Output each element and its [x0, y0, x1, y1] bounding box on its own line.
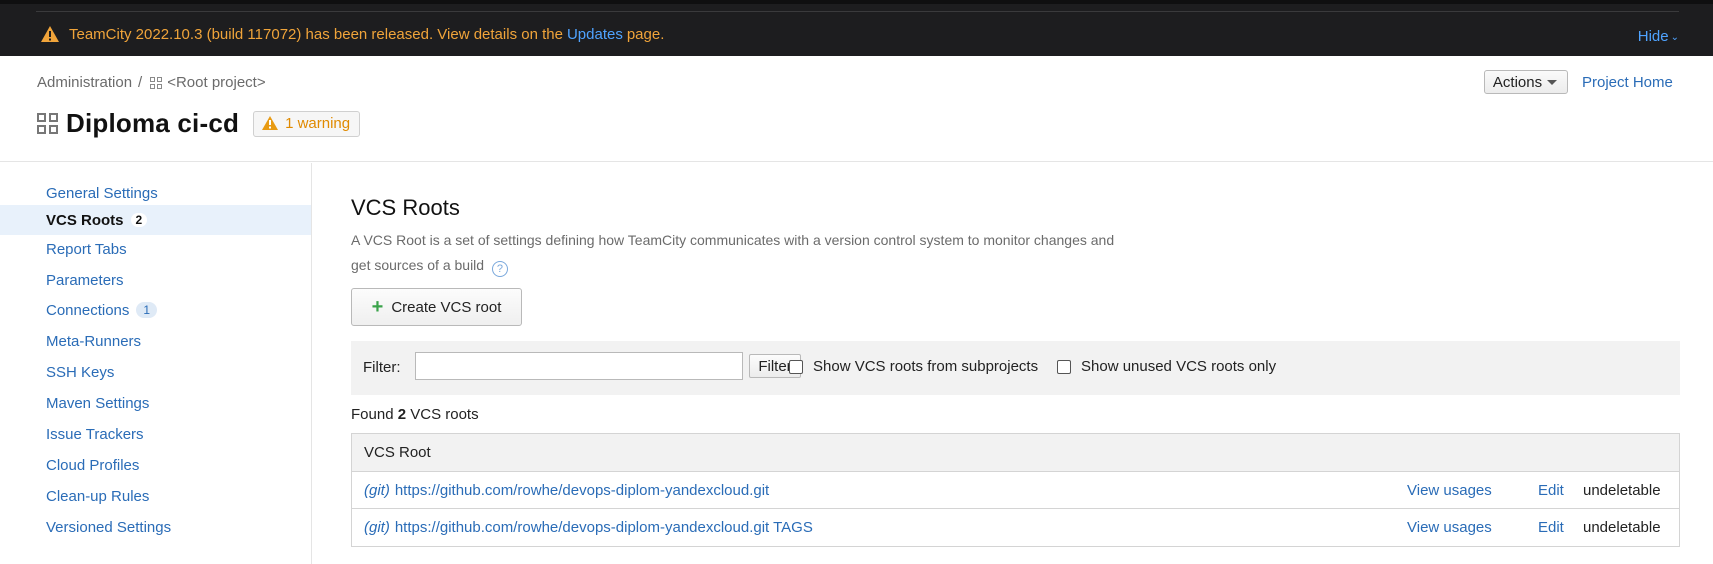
checkbox-unchecked[interactable]: [1057, 359, 1071, 374]
project-icon: [150, 76, 163, 89]
actions-label: Actions: [1492, 73, 1543, 91]
help-icon[interactable]: ?: [491, 261, 508, 277]
sidebar-item-label: Clean-up Rules: [46, 487, 150, 505]
section-description: A VCS Root is a set of settings defining…: [351, 228, 1161, 278]
breadcrumb: Administration / <Root project>: [37, 74, 266, 91]
warning-icon: [262, 116, 279, 130]
sidebar-item-connections[interactable]: Connections 1: [0, 295, 311, 325]
sidebar-item-parameters[interactable]: Parameters: [0, 265, 311, 295]
banner-text-end: page.: [626, 25, 665, 43]
sidebar-item-count: 1: [136, 302, 158, 318]
sidebar-item-label: Connections: [46, 301, 130, 319]
sidebar-item-cloud-profiles[interactable]: Cloud Profiles: [0, 450, 311, 480]
warning-icon: [41, 26, 59, 42]
found-prefix: Found: [351, 406, 394, 423]
status-text: undeletable: [1583, 519, 1661, 536]
table-row: (git) https://github.com/rowhe/devops-di…: [352, 472, 1679, 509]
title-row: Diploma ci-cd 1 warning: [37, 108, 361, 139]
sidebar-item-label: Report Tabs: [46, 240, 127, 258]
sidebar-item-label: Issue Trackers: [46, 425, 144, 443]
table-header: VCS Root: [352, 434, 1679, 472]
found-count: 2: [397, 406, 407, 423]
show-subprojects-checkbox[interactable]: Show VCS roots from subprojects: [789, 358, 1038, 375]
hide-banner-button[interactable]: Hide ⌄: [1638, 28, 1679, 45]
breadcrumb-separator: /: [138, 74, 143, 91]
found-suffix: VCS roots: [410, 406, 479, 423]
sidebar-item-label: Maven Settings: [46, 394, 150, 412]
sidebar-item-label: Versioned Settings: [46, 518, 172, 536]
banner-message: TeamCity 2022.10.3 (build 117072) has be…: [40, 25, 664, 43]
update-banner: TeamCity 2022.10.3 (build 117072) has be…: [0, 0, 1713, 56]
create-vcs-root-button[interactable]: + Create VCS root: [351, 288, 522, 326]
checkbox-unchecked[interactable]: [789, 359, 803, 374]
results-count: Found 2 VCS roots: [351, 406, 479, 423]
vcs-type: (git): [364, 481, 390, 499]
breadcrumb-root-project[interactable]: <Root project>: [167, 74, 265, 91]
create-vcs-root-label: Create VCS root: [391, 298, 502, 316]
sidebar-item-maven-settings[interactable]: Maven Settings: [0, 388, 311, 418]
sidebar-item-label: SSH Keys: [46, 363, 115, 381]
show-unused-checkbox[interactable]: Show unused VCS roots only: [1057, 358, 1276, 375]
warning-badge[interactable]: 1 warning: [253, 110, 361, 137]
edit-link[interactable]: Edit: [1538, 482, 1564, 499]
section-title: VCS Roots: [351, 195, 460, 220]
sidebar-item-general-settings[interactable]: General Settings: [0, 178, 311, 208]
vcs-roots-table: VCS Root (git) https://github.com/rowhe/…: [351, 433, 1680, 547]
sidebar-item-issue-trackers[interactable]: Issue Trackers: [0, 419, 311, 449]
vcs-root-link[interactable]: https://github.com/rowhe/devops-diplom-y…: [395, 519, 813, 536]
caret-down-icon: [1547, 79, 1558, 85]
table-row: (git) https://github.com/rowhe/devops-di…: [352, 509, 1679, 546]
filter-bar: Filter: Filter Show VCS roots from subpr…: [351, 341, 1680, 395]
checkbox-label: Show VCS roots from subprojects: [813, 358, 1039, 375]
sidebar-item-meta-runners[interactable]: Meta-Runners: [0, 326, 311, 356]
actions-dropdown[interactable]: Actions: [1484, 70, 1568, 94]
filter-input[interactable]: [415, 352, 743, 380]
banner-text: TeamCity 2022.10.3 (build 117072) has be…: [69, 25, 563, 43]
warning-badge-label: 1 warning: [285, 114, 351, 132]
plus-icon: +: [371, 296, 384, 318]
status-text: undeletable: [1583, 481, 1661, 499]
view-usages-link[interactable]: View usages: [1407, 519, 1492, 536]
view-usages-link[interactable]: View usages: [1407, 482, 1492, 499]
settings-sidebar: General Settings VCS Roots 2 Report Tabs …: [0, 163, 312, 564]
sidebar-item-label: General Settings: [46, 184, 158, 202]
page-title: Diploma ci-cd: [66, 108, 240, 138]
breadcrumb-administration[interactable]: Administration: [37, 74, 132, 91]
project-icon: [37, 113, 58, 134]
filter-label: Filter:: [363, 359, 401, 376]
sidebar-item-clean-up-rules[interactable]: Clean-up Rules: [0, 481, 311, 511]
description-line-2: get sources of a build: [351, 257, 485, 273]
updates-link[interactable]: Updates: [567, 26, 623, 43]
edit-link[interactable]: Edit: [1538, 519, 1564, 536]
sidebar-item-count: 2: [130, 213, 148, 227]
sidebar-item-label: Cloud Profiles: [46, 456, 140, 474]
sidebar-item-label: VCS Roots: [46, 211, 124, 229]
sidebar-item-label: Parameters: [46, 271, 124, 289]
banner-divider: [36, 11, 1679, 12]
checkbox-label: Show unused VCS roots only: [1081, 358, 1277, 375]
description-line-1: A VCS Root is a set of settings defining…: [351, 232, 1115, 248]
project-home-link[interactable]: Project Home: [1582, 74, 1673, 91]
sidebar-item-label: Meta-Runners: [46, 332, 142, 350]
sidebar-item-vcs-roots[interactable]: VCS Roots 2: [0, 205, 311, 235]
sidebar-item-versioned-settings[interactable]: Versioned Settings: [0, 512, 311, 542]
sidebar-item-ssh-keys[interactable]: SSH Keys: [0, 357, 311, 387]
page-header: Administration / <Root project> Diploma …: [0, 56, 1713, 162]
vcs-type: (git): [364, 519, 390, 536]
sidebar-item-report-tabs[interactable]: Report Tabs: [0, 234, 311, 264]
vcs-root-link[interactable]: https://github.com/rowhe/devops-diplom-y…: [395, 482, 769, 499]
chevron-down-icon: ⌄: [1670, 32, 1679, 43]
hide-label: Hide: [1637, 28, 1669, 45]
